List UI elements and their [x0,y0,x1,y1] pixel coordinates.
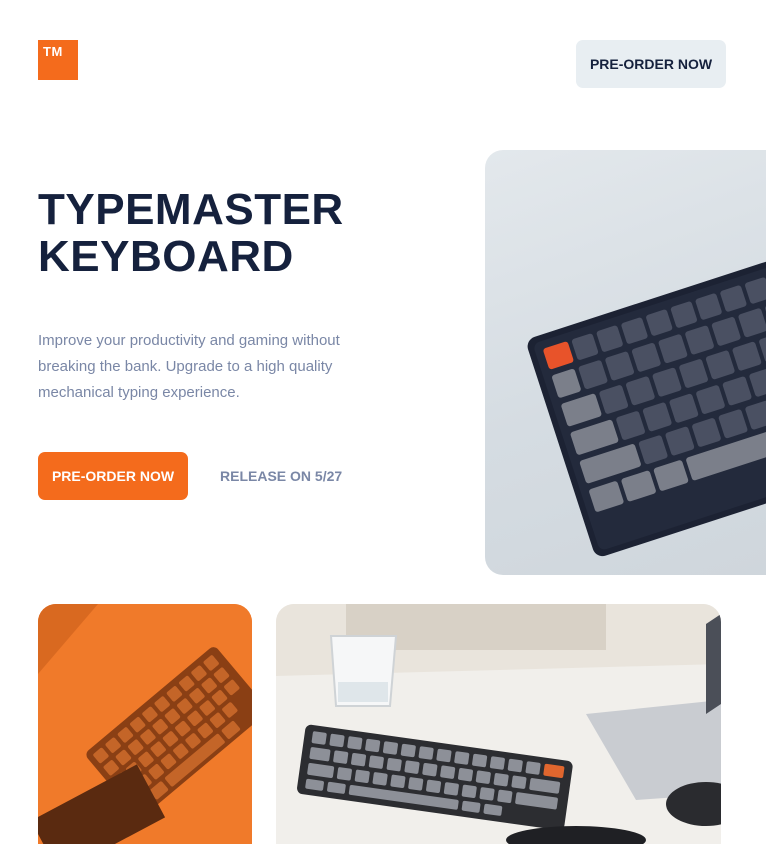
hero-title-line1: TYPEMASTER [38,185,344,234]
header-preorder-button[interactable]: PRE-ORDER NOW [576,40,726,88]
hero-keyboard-image [485,150,766,575]
hero-title-line2: KEYBOARD [38,232,294,281]
hero-description: Improve your productivity and gaming wit… [38,332,340,401]
hero-preorder-button[interactable]: PRE-ORDER NOW [38,452,188,500]
desk-setup-image [276,604,721,844]
orange-keyboard-image [38,604,252,844]
hero-title: TYPEMASTER KEYBOARD [38,186,438,280]
brand-logo[interactable]: TM [38,40,78,80]
release-date-text: RELEASE ON 5/27 [220,468,343,484]
